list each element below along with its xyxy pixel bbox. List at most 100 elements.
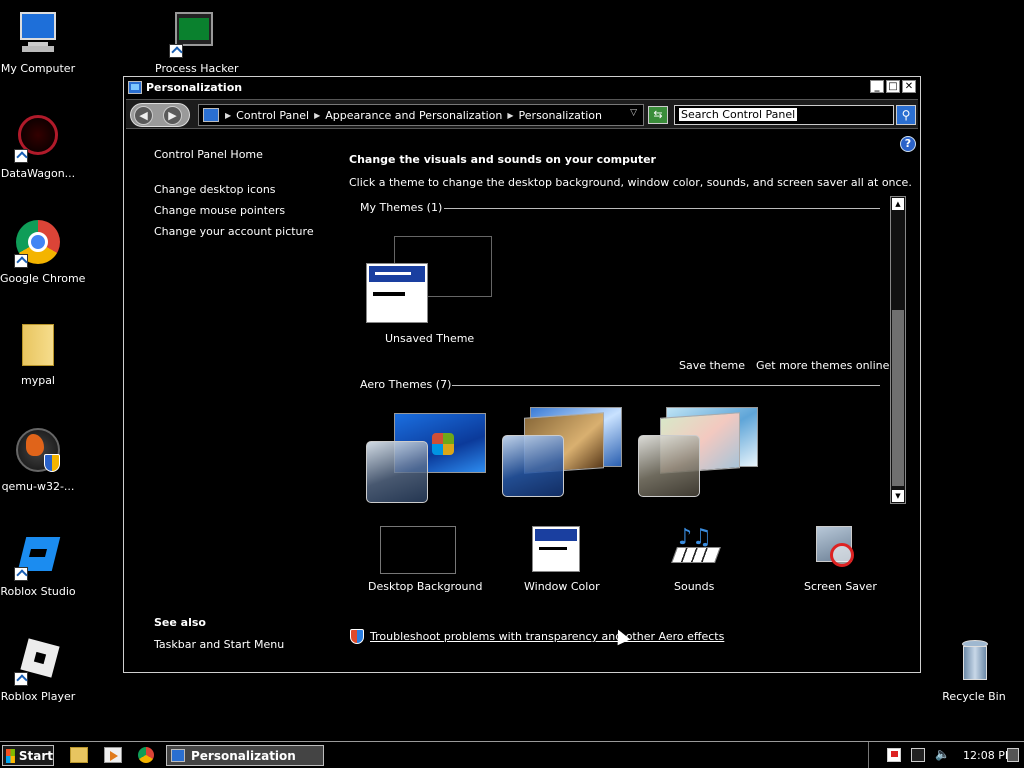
address-bar: ◀ ▶ ▶ Control Panel ▶ Appearance and Per…	[126, 99, 918, 129]
theme-preview-glass	[366, 441, 428, 503]
desktop-icon-roblox-studio[interactable]: Roblox Studio	[0, 533, 76, 598]
window-title: Personalization	[146, 80, 243, 94]
no-entry-icon	[830, 543, 854, 567]
taskbar-item-personalization[interactable]: Personalization	[166, 745, 324, 766]
desktop-icon-my-computer[interactable]: My Computer	[0, 10, 76, 75]
personalization-icon	[128, 80, 142, 94]
start-label: Start	[18, 748, 53, 763]
chevron-right-icon[interactable]: ▶	[225, 111, 231, 120]
search-input[interactable]: Search Control Panel	[674, 105, 894, 125]
desktop-background-preview	[380, 526, 456, 574]
roblox-studio-icon	[14, 533, 62, 581]
change-account-picture-link[interactable]: Change your account picture	[154, 225, 314, 238]
theme-list: My Themes (1) Unsaved Theme Save theme G…	[352, 195, 908, 505]
breadcrumb-control-panel[interactable]: Control Panel	[236, 109, 309, 122]
breadcrumb-personalization[interactable]: Personalization	[519, 109, 602, 122]
windows-logo-icon	[432, 433, 454, 455]
desktop-icon-label: DataWagon...	[0, 167, 76, 180]
desktop-background-label: Desktop Background	[368, 580, 483, 593]
chevron-down-icon[interactable]: ▽	[630, 108, 637, 118]
shield-icon	[350, 629, 364, 644]
screen-saver-label: Screen Saver	[804, 580, 877, 593]
desktop-icon-label: My Computer	[0, 62, 76, 75]
datawagon-icon	[14, 115, 62, 163]
desktop-icon-recycle-bin[interactable]: Recycle Bin	[936, 638, 1012, 703]
help-icon[interactable]: ?	[900, 136, 916, 152]
divider	[452, 385, 880, 386]
desktop-background-tile[interactable]: Desktop Background	[354, 525, 484, 595]
desktop-icon-google-chrome[interactable]: Google Chrome	[0, 220, 86, 285]
desktop-icon-mypal[interactable]: mypal	[0, 322, 76, 387]
maximize-button[interactable]: □	[886, 80, 900, 93]
back-button[interactable]: ◀	[134, 106, 153, 125]
qemu-icon	[14, 428, 62, 476]
scroll-up-arrow-icon[interactable]: ▲	[892, 198, 904, 210]
volume-icon[interactable]: 🔈	[935, 748, 950, 762]
theme-preview-glass	[638, 435, 700, 497]
desktop-icon-label: Process Hacker	[155, 62, 239, 75]
recycle-bin-icon	[950, 638, 998, 686]
breadcrumb[interactable]: ▶ Control Panel ▶ Appearance and Persona…	[198, 104, 644, 126]
search-icon[interactable]: ⚲	[896, 105, 916, 125]
media-player-icon[interactable]	[104, 747, 122, 763]
theme-preview-window	[366, 263, 428, 323]
desktop-icon-datawagon[interactable]: DataWagon...	[0, 115, 76, 180]
unsaved-theme-label: Unsaved Theme	[385, 332, 475, 345]
title-bar[interactable]: Personalization _ □ ✕	[124, 77, 920, 97]
taskbar: Start Personalization 🔈 12:08 PM	[0, 741, 1024, 768]
shortcut-arrow-icon	[14, 149, 28, 163]
aero-theme-characters[interactable]	[638, 407, 762, 503]
shortcut-arrow-icon	[169, 44, 183, 58]
network-icon[interactable]	[911, 748, 925, 762]
roblox-player-icon	[14, 638, 62, 686]
explorer-icon[interactable]	[70, 747, 88, 763]
window-color-icon	[532, 526, 580, 572]
desktop-icon-label: Roblox Player	[0, 690, 76, 703]
refresh-button[interactable]: ⇆	[648, 106, 668, 124]
divider	[444, 208, 880, 209]
scroll-thumb[interactable]	[892, 310, 904, 486]
desktop-icon-qemu[interactable]: qemu-w32-...	[0, 428, 76, 493]
start-button[interactable]: Start	[2, 745, 54, 766]
chevron-right-icon[interactable]: ▶	[314, 111, 320, 120]
save-theme-link[interactable]: Save theme	[679, 359, 745, 372]
shortcut-arrow-icon	[14, 254, 28, 268]
navigation-buttons: ◀ ▶	[130, 103, 190, 127]
breadcrumb-appearance[interactable]: Appearance and Personalization	[325, 109, 502, 122]
forward-button[interactable]: ▶	[163, 106, 182, 125]
search-placeholder: Search Control Panel	[679, 108, 798, 121]
personalization-window: Personalization _ □ ✕ ◀ ▶ ▶ Control Pane…	[123, 76, 921, 673]
chevron-right-icon[interactable]: ▶	[507, 111, 513, 120]
show-desktop-icon[interactable]	[1007, 748, 1019, 762]
screen-saver-tile[interactable]: Screen Saver	[788, 525, 898, 595]
taskbar-start-menu-link[interactable]: Taskbar and Start Menu	[154, 638, 284, 651]
sounds-tile[interactable]: ♪♫ Sounds	[648, 525, 748, 595]
desktop-icon-label: Google Chrome	[0, 272, 86, 285]
chrome-icon	[14, 220, 62, 268]
action-center-flag-icon[interactable]	[887, 748, 901, 762]
system-tray: 🔈 12:08 PM	[868, 742, 1024, 768]
minimize-button[interactable]: _	[870, 80, 884, 93]
troubleshoot-link[interactable]: Troubleshoot problems with transparency …	[370, 630, 724, 643]
aero-theme-architecture[interactable]	[502, 407, 626, 503]
theme-preview-glass	[502, 435, 564, 497]
computer-icon	[14, 10, 62, 58]
close-button[interactable]: ✕	[902, 80, 916, 93]
desktop-icon-label: mypal	[20, 374, 55, 387]
desktop-icon-roblox-player[interactable]: Roblox Player	[0, 638, 76, 703]
change-mouse-pointers-link[interactable]: Change mouse pointers	[154, 204, 285, 217]
window-color-tile[interactable]: Window Color	[500, 525, 610, 595]
personalization-icon	[171, 749, 185, 762]
aero-theme-windows7[interactable]	[366, 413, 490, 503]
change-desktop-icons-link[interactable]: Change desktop icons	[154, 183, 276, 196]
theme-list-scrollbar[interactable]: ▲ ▼	[890, 196, 906, 504]
get-more-themes-link[interactable]: Get more themes online	[756, 359, 889, 372]
scroll-down-arrow-icon[interactable]: ▼	[892, 490, 904, 502]
folder-icon	[14, 322, 62, 370]
my-themes-title: My Themes (1)	[360, 201, 443, 214]
control-panel-home-link[interactable]: Control Panel Home	[154, 148, 263, 161]
desktop-icon-process-hacker[interactable]: Process Hacker	[155, 10, 239, 75]
window-color-label: Window Color	[524, 580, 600, 593]
music-note-icon: ♪♫	[678, 525, 712, 550]
chrome-icon[interactable]	[138, 747, 154, 763]
